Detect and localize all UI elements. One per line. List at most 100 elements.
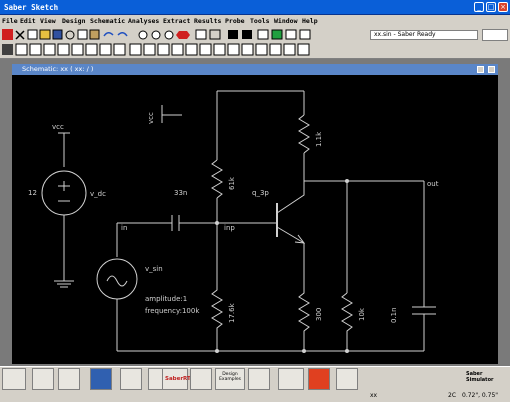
table-icon[interactable]: [227, 43, 240, 56]
schematic-title: Schematic: xx ( xx: / ): [22, 65, 94, 73]
window-title: Saber Sketch: [4, 3, 59, 12]
pop-icon[interactable]: [199, 43, 212, 56]
text-icon[interactable]: [299, 29, 311, 40]
place-part-icon[interactable]: [15, 43, 28, 56]
zoom-out-icon[interactable]: [151, 30, 161, 40]
schematic-close-button[interactable]: [488, 66, 495, 73]
saber-simulator-label: Saber Simulator: [466, 371, 494, 383]
design-examples-button[interactable]: Design Examples: [215, 368, 245, 390]
sin-source-symbol[interactable]: [96, 258, 138, 300]
ac-icon[interactable]: [43, 43, 56, 56]
resistor-17-6k[interactable]: [211, 223, 223, 351]
dc-source-symbol[interactable]: [41, 170, 87, 216]
menu-view[interactable]: View: [40, 17, 56, 25]
dc-icon[interactable]: [29, 43, 42, 56]
maximize-button[interactable]: □: [486, 2, 496, 12]
menu-analyses[interactable]: Analyses: [128, 17, 159, 25]
circuit-icon[interactable]: [190, 368, 212, 390]
align-icon[interactable]: [157, 43, 170, 56]
black-square-icon-2[interactable]: [242, 30, 252, 39]
saber-rt-label: SaberRT: [165, 376, 191, 382]
probe-icon[interactable]: [71, 43, 84, 56]
saber-rt-button[interactable]: SaberRT: [162, 368, 191, 390]
schematic-canvas[interactable]: vcc vcc 12 v_dc 33n 61k 1.1k q_3p out in…: [12, 75, 498, 364]
scope-icon[interactable]: [336, 368, 358, 390]
pointer-icon[interactable]: [2, 44, 13, 55]
redo-icon[interactable]: [117, 32, 128, 37]
wave-probe-icon[interactable]: [58, 368, 80, 390]
menu-results[interactable]: Results: [194, 17, 221, 25]
copy-icon[interactable]: [77, 29, 88, 40]
junction-dots: [215, 179, 349, 353]
capacitor-0-1n[interactable]: [412, 306, 436, 351]
calculator-icon[interactable]: [278, 368, 304, 390]
symbol-icon[interactable]: [209, 29, 221, 40]
print-icon[interactable]: [297, 43, 310, 56]
resistor-1-1k[interactable]: [298, 114, 310, 154]
edit-pen-icon[interactable]: [32, 368, 54, 390]
document-icon[interactable]: [248, 368, 270, 390]
arrow-tool-icon[interactable]: [2, 29, 13, 40]
push-icon[interactable]: [185, 43, 198, 56]
pn-icon[interactable]: [90, 368, 112, 390]
menu-probe[interactable]: Probe: [225, 17, 245, 25]
report-icon[interactable]: [241, 43, 254, 56]
undo-icon[interactable]: [103, 32, 114, 37]
grid-icon[interactable]: [257, 29, 269, 40]
chart-icon[interactable]: [285, 29, 297, 40]
save-icon[interactable]: [52, 29, 63, 40]
graph-icon[interactable]: [85, 43, 98, 56]
hierarchy-icon[interactable]: [171, 43, 184, 56]
flip-icon[interactable]: [113, 43, 126, 56]
attribute-icon[interactable]: [143, 43, 156, 56]
green-icon[interactable]: [271, 29, 283, 40]
stop-icon[interactable]: [176, 31, 190, 39]
scissors-icon[interactable]: [65, 30, 75, 40]
keyboard-icon[interactable]: [2, 368, 26, 390]
list-icon[interactable]: [213, 43, 226, 56]
new-icon[interactable]: [27, 29, 38, 40]
matlab-icon[interactable]: [308, 368, 330, 390]
reel-icon[interactable]: [120, 368, 142, 390]
black-square-icon[interactable]: [228, 30, 238, 39]
menu-bar: File Edit View Design Schematic Analyses…: [0, 15, 510, 27]
schematic-minimize-button[interactable]: [477, 66, 484, 73]
rotate-icon[interactable]: [99, 43, 112, 56]
vcc-top-bar: [161, 105, 182, 123]
resistor-10k[interactable]: [341, 292, 353, 351]
resistor-300[interactable]: [298, 243, 310, 351]
label-v-dc: v_dc: [90, 190, 106, 198]
netlist-icon[interactable]: [195, 29, 207, 40]
menu-window[interactable]: Window: [274, 17, 297, 25]
menu-file[interactable]: File: [2, 17, 18, 25]
paste-icon[interactable]: [89, 29, 100, 40]
zoom-in-icon[interactable]: [138, 30, 148, 40]
menu-design[interactable]: Design: [62, 17, 85, 25]
window-title-bar: Saber Sketch _ □ ×: [0, 0, 510, 15]
close-button[interactable]: ×: [498, 2, 508, 12]
transient-icon[interactable]: [57, 43, 70, 56]
minimize-button[interactable]: _: [474, 2, 484, 12]
menu-schematic[interactable]: Schematic: [90, 17, 125, 25]
label-1-1k: 1.1k: [315, 131, 323, 147]
export-icon[interactable]: [283, 43, 296, 56]
menu-tools[interactable]: Tools: [250, 17, 270, 25]
capacitor-33n[interactable]: [117, 215, 217, 231]
label-300: 300: [315, 308, 323, 321]
properties-icon[interactable]: [129, 43, 142, 56]
resistor-61k[interactable]: [211, 159, 223, 199]
open-icon[interactable]: [39, 29, 51, 40]
label-17-6k: 17.6k: [228, 302, 236, 323]
menu-extract[interactable]: Extract: [163, 17, 190, 25]
scope-icon[interactable]: [269, 43, 282, 56]
wave-icon[interactable]: [255, 43, 268, 56]
label-v-sin: v_sin: [145, 265, 163, 273]
menu-help[interactable]: Help: [302, 17, 318, 25]
label-33n: 33n: [174, 189, 187, 197]
label-inp: inp: [224, 224, 235, 232]
menu-edit[interactable]: Edit: [20, 17, 36, 25]
zoom-fit-icon[interactable]: [164, 30, 174, 40]
wire-tool-icon[interactable]: [15, 30, 25, 40]
label-amplitude: amplitude:1: [145, 295, 187, 303]
toolbar-row-2: [2, 43, 310, 56]
